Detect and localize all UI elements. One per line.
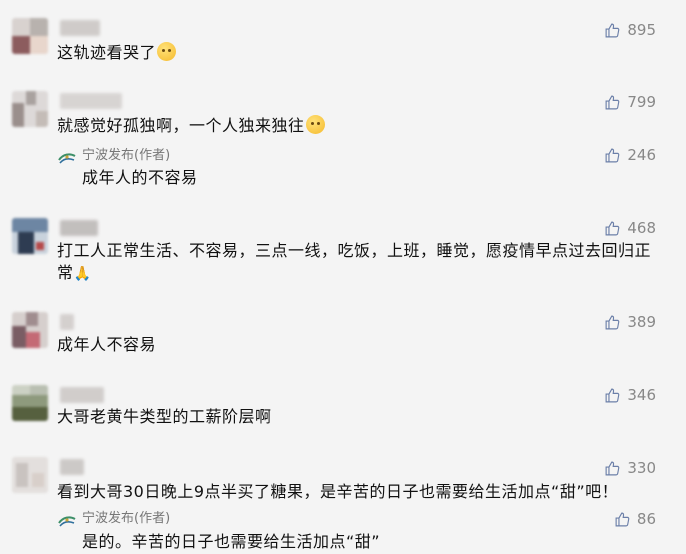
username[interactable] (60, 20, 100, 36)
username[interactable] (60, 459, 84, 475)
comment-text: 打工人正常生活、不容易，三点一线，吃饭，上班，睡觉，愿疫情早点过去回归正 常🙏 (57, 240, 651, 285)
like-button[interactable]: 346 (604, 385, 656, 405)
comment-text: 成年人不容易 (57, 335, 157, 354)
reply-text: 是的。辛苦的日子也需要给生活加点“甜” (82, 532, 381, 551)
reply-text: 成年人的不容易 (82, 168, 198, 187)
thumbs-up-icon (605, 221, 620, 235)
like-button[interactable]: 330 (604, 458, 656, 478)
author-logo-icon (58, 150, 76, 164)
avatar[interactable] (12, 91, 48, 127)
comment-text: 就感觉好孤独啊，一个人独来独往 (57, 115, 325, 137)
avatar[interactable] (12, 385, 48, 421)
crying-face-icon (157, 42, 177, 61)
like-button[interactable]: 895 (604, 20, 656, 40)
username[interactable] (60, 220, 98, 236)
thumbs-up-icon (605, 315, 620, 329)
avatar[interactable] (12, 457, 48, 493)
like-count: 86 (636, 510, 656, 528)
like-count: 895 (627, 21, 656, 39)
like-button[interactable]: 799 (604, 92, 656, 112)
comment-text: 看到大哥30日晚上9点半买了糖果，是辛苦的日子也需要给生活加点“甜”吧！ (57, 482, 619, 501)
like-button[interactable]: 246 (604, 145, 656, 165)
comment-text: 大哥老黄牛类型的工薪阶层啊 (57, 407, 272, 426)
praying-hands-icon: 🙏 (73, 266, 92, 282)
thumbs-up-icon (605, 23, 620, 37)
username[interactable] (60, 314, 74, 330)
avatar[interactable] (12, 312, 48, 348)
thumbs-up-icon (615, 512, 630, 526)
like-count: 799 (627, 93, 656, 111)
melting-face-icon (305, 115, 325, 134)
reply-author[interactable]: 宁波发布(作者) (82, 148, 170, 164)
like-count: 330 (627, 459, 656, 477)
author-logo-icon (58, 513, 76, 527)
like-button[interactable]: 389 (604, 312, 656, 332)
username[interactable] (60, 387, 104, 403)
like-button[interactable]: 468 (604, 218, 656, 238)
thumbs-up-icon (605, 148, 620, 162)
thumbs-up-icon (605, 388, 620, 402)
like-button[interactable]: 86 (614, 509, 656, 529)
like-count: 389 (627, 313, 656, 331)
reply-author[interactable]: 宁波发布(作者) (82, 511, 170, 527)
like-count: 468 (627, 219, 656, 237)
thumbs-up-icon (605, 461, 620, 475)
comment-text: 这轨迹看哭了 (57, 42, 177, 64)
avatar[interactable] (12, 18, 48, 54)
like-count: 346 (627, 386, 656, 404)
thumbs-up-icon (605, 95, 620, 109)
like-count: 246 (627, 146, 656, 164)
username[interactable] (60, 93, 122, 109)
avatar[interactable] (12, 218, 48, 254)
